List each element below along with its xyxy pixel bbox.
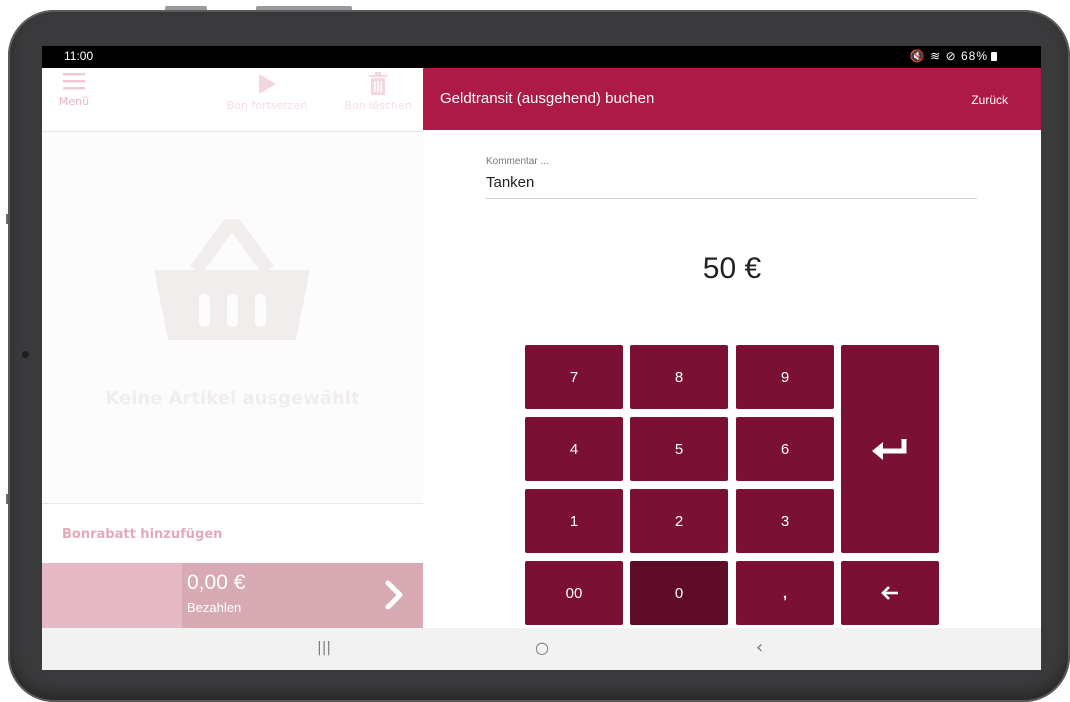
battery-icon [991,52,997,61]
key-6[interactable]: 6 [736,417,834,481]
menu-label: Menü [58,95,90,108]
basket-icon [154,219,310,340]
volume-button [165,6,207,11]
pay-label: Bezahlen [187,600,242,615]
pay-button[interactable]: 0,00 € Bezahlen [42,563,423,628]
cart-toolbar: Menü Bon fortsetzen Bon löschen [42,68,423,132]
delete-receipt-button[interactable]: Bon löschen [335,72,421,112]
front-camera [22,351,29,358]
key-3[interactable]: 3 [736,489,834,553]
side-button-lower [6,494,10,504]
back-button[interactable]: Zurück [971,93,1008,107]
page-title: Geldtransit (ausgehend) buchen [440,90,655,107]
status-icons: 🔇 ≋ ⊘ 68% [910,49,997,63]
menu-icon [63,73,85,90]
enter-icon [872,439,907,460]
delete-label: Bon löschen [344,99,412,112]
status-bar: 11:00 🔇 ≋ ⊘ 68% [42,46,1041,68]
empty-cart-area: Keine Artikel ausgewählt [42,132,423,502]
key-5[interactable]: 5 [630,417,728,481]
home-button[interactable]: ○ [535,638,549,657]
key-4[interactable]: 4 [525,417,623,481]
key-comma[interactable]: , [736,561,834,625]
add-discount-button[interactable]: Bonrabatt hinzufügen [42,503,423,564]
key-8[interactable]: 8 [630,345,728,409]
key-9[interactable]: 9 [736,345,834,409]
play-icon [259,74,276,94]
status-icons-glyphs: 🔇 ≋ ⊘ [909,49,957,63]
amount-display: 50 € [702,252,762,285]
key-1[interactable]: 1 [525,489,623,553]
add-discount-label: Bonrabatt hinzufügen [62,527,223,542]
status-time: 11:00 [64,49,94,63]
chevron-right-icon [385,580,403,610]
recent-apps-button[interactable]: ||| [317,640,331,656]
power-button [256,6,352,11]
booking-header: Geldtransit (ausgehend) buchen Zurück [423,68,1041,130]
side-button-upper [6,214,10,224]
system-nav-bar: ||| ○ ‹ [42,628,1041,670]
comment-label: Kommentar ... [486,156,549,167]
resume-label: Bon fortsetzen [226,99,308,112]
key-0[interactable]: 0 [630,561,728,625]
comment-field[interactable]: Tanken [486,174,977,199]
booking-panel: Geldtransit (ausgehend) buchen Zurück Ko… [423,68,1041,628]
backspace-arrow-icon [881,586,898,600]
enter-key[interactable] [841,345,939,553]
cart-panel: Menü Bon fortsetzen Bon löschen Keine Ar… [42,68,424,628]
screen: 11:00 🔇 ≋ ⊘ 68% Menü Bon fortsetzen Bon … [42,46,1041,670]
backspace-key[interactable] [841,561,939,625]
battery-percent: 68% [960,49,988,63]
key-00[interactable]: 00 [525,561,623,625]
resume-receipt-button[interactable]: Bon fortsetzen [222,72,312,112]
back-nav-button[interactable]: ‹ [756,637,763,658]
empty-cart-text: Keine Artikel ausgewählt [105,388,360,409]
cart-total: 0,00 € [187,571,246,594]
menu-button[interactable]: Menü [56,72,92,108]
key-2[interactable]: 2 [630,489,728,553]
trash-icon [369,72,387,95]
key-7[interactable]: 7 [525,345,623,409]
